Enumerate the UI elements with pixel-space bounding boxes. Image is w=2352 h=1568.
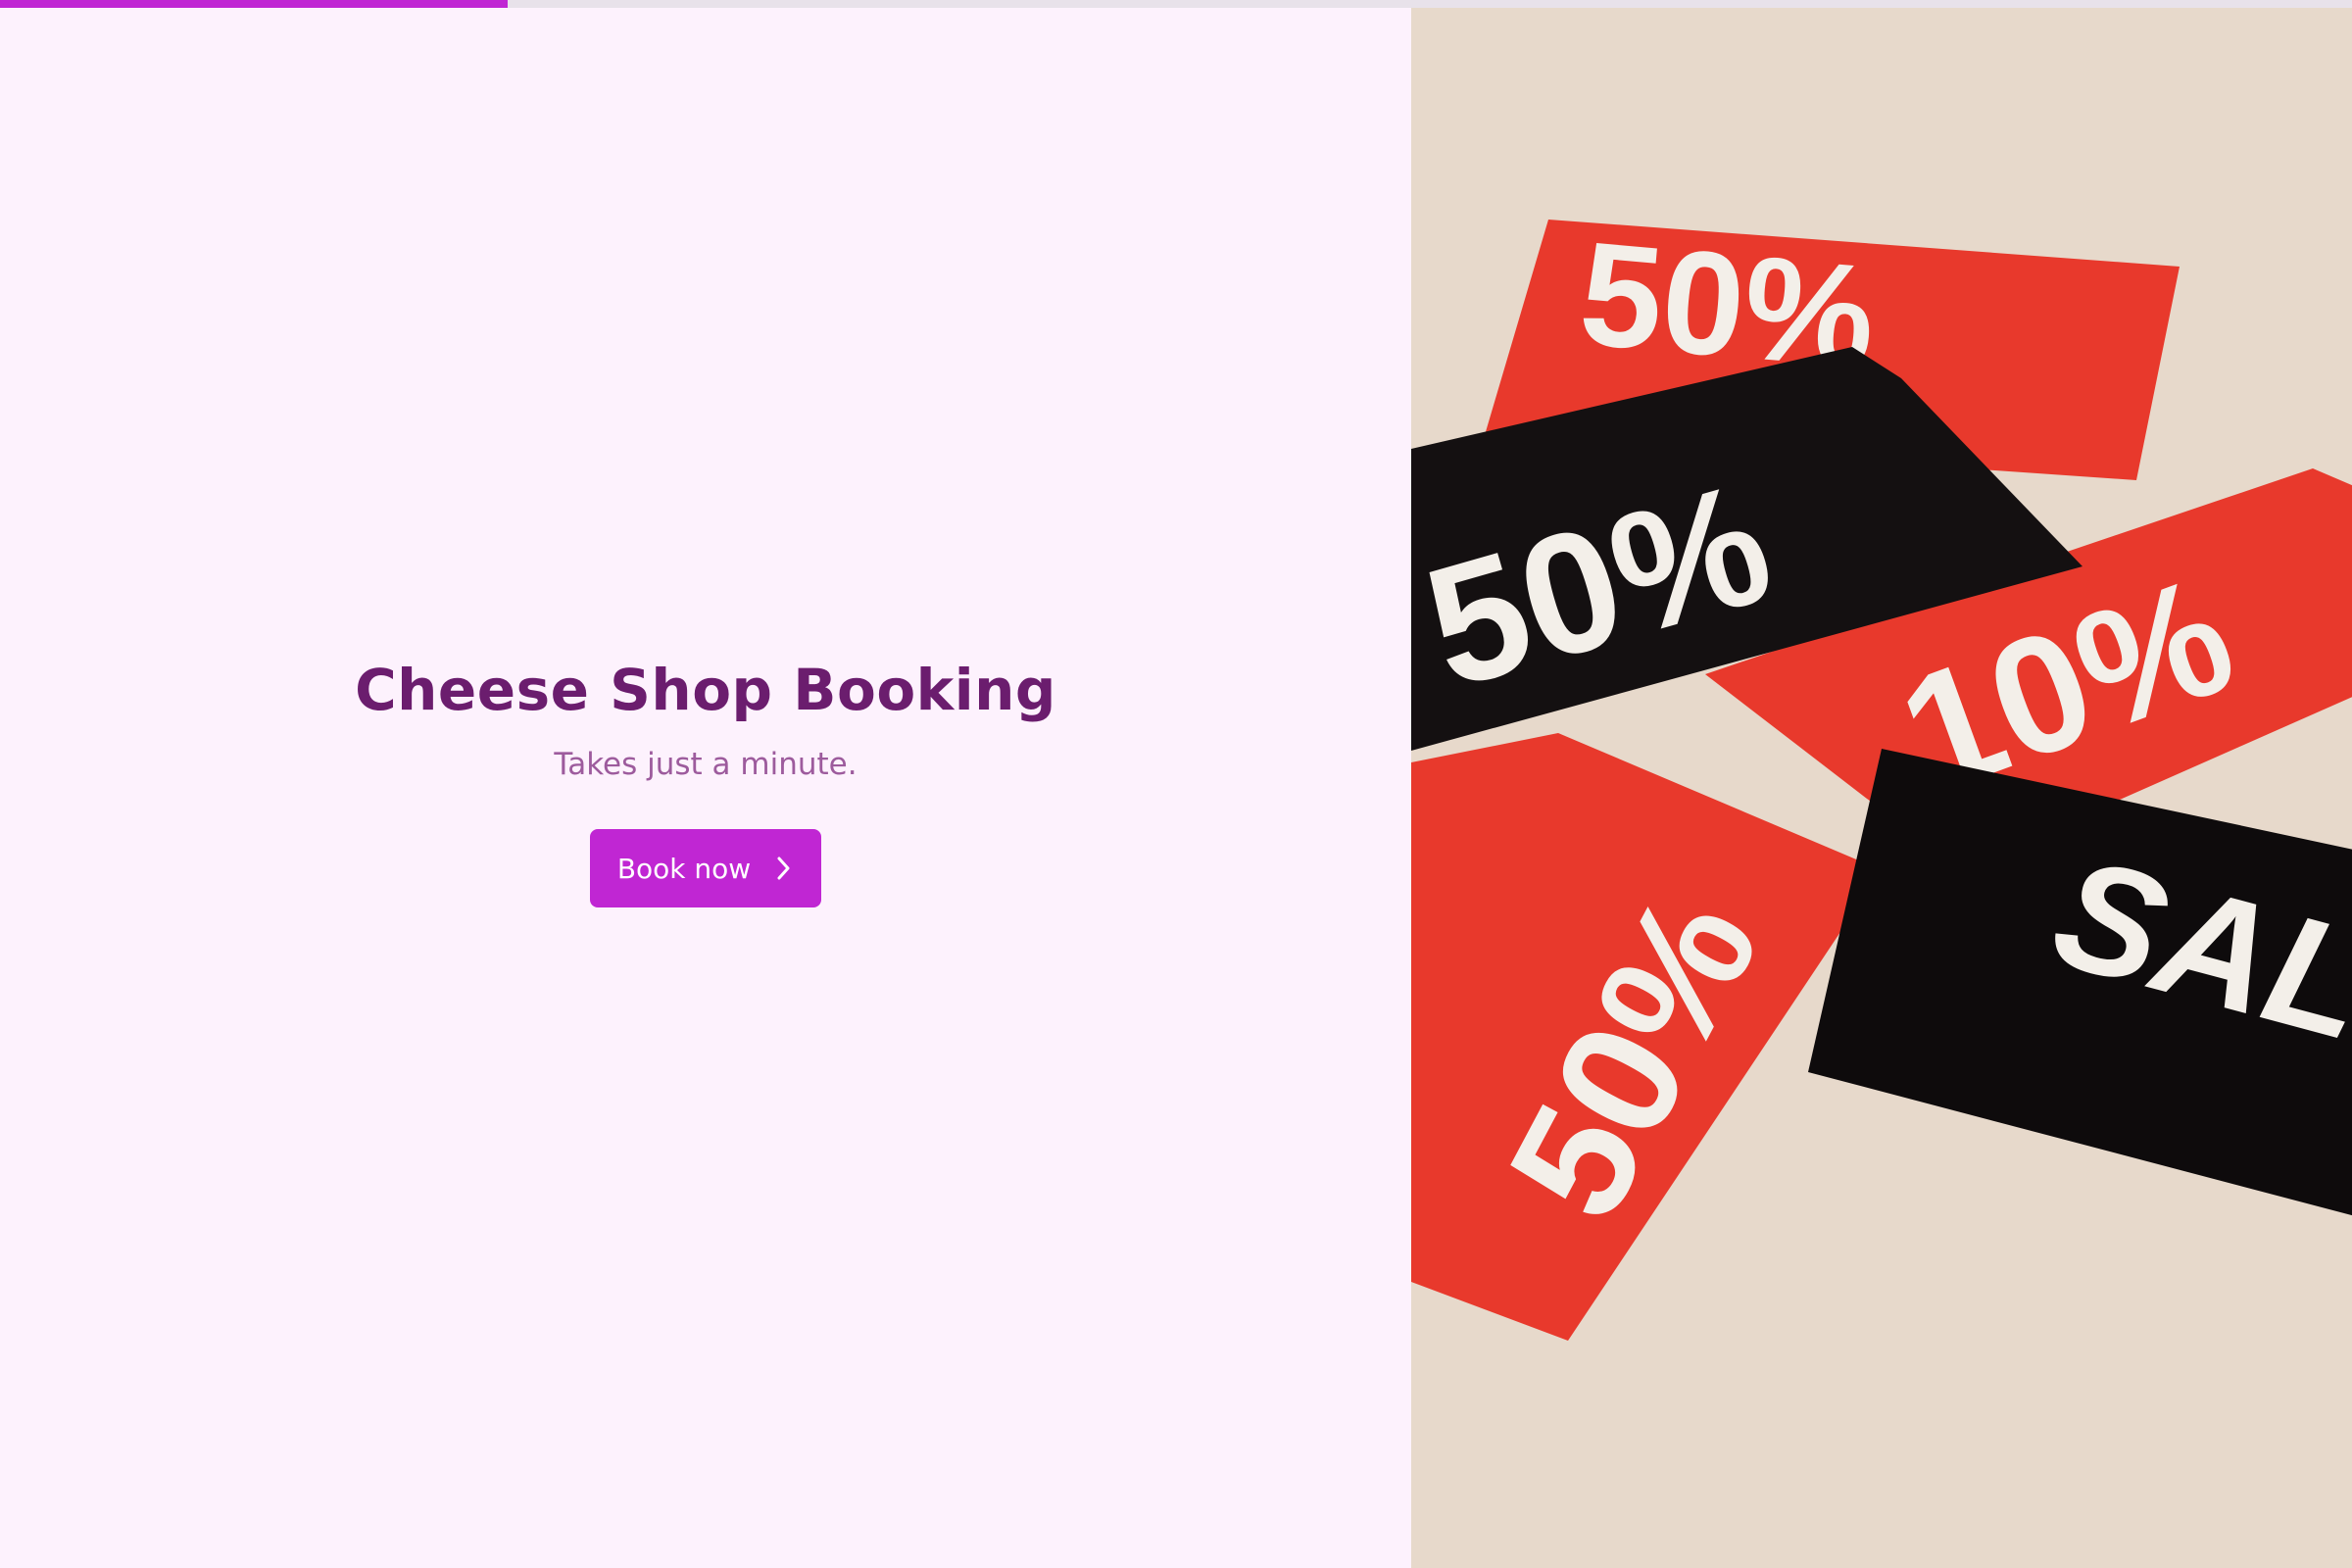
sale-tags-illustration: 50% 10% 50% 50% SALE bbox=[1411, 8, 2352, 1568]
book-now-label: Book now bbox=[616, 852, 752, 885]
intro-panel: Cheese Shop Booking Takes just a minute.… bbox=[0, 0, 1411, 1568]
hero-image: 50% 10% 50% 50% SALE bbox=[1411, 8, 2352, 1568]
hero: Cheese Shop Booking Takes just a minute.… bbox=[0, 651, 1411, 907]
page-subtitle: Takes just a minute. bbox=[554, 747, 858, 782]
progress-bar-fill bbox=[0, 0, 509, 8]
chevron-right-icon bbox=[777, 857, 790, 880]
progress-bar bbox=[0, 0, 2352, 8]
page-title: Cheese Shop Booking bbox=[355, 657, 1056, 723]
book-now-button[interactable]: Book now bbox=[590, 829, 821, 907]
